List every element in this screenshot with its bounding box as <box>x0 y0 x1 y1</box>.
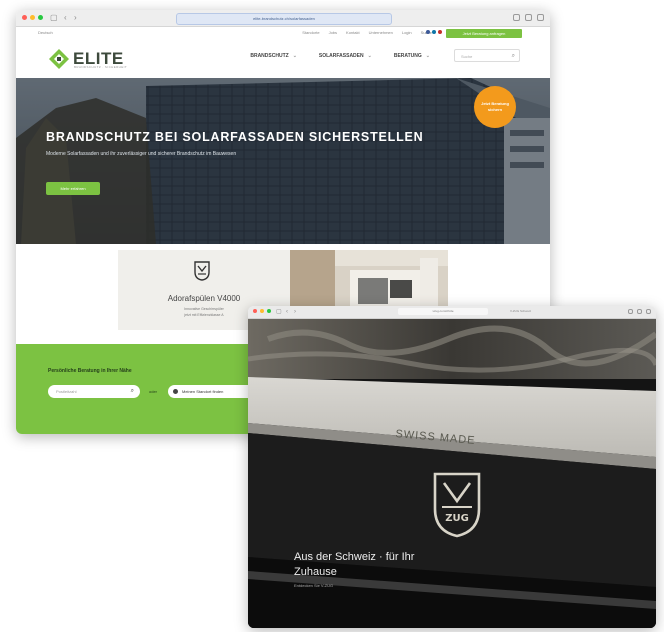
address-bar[interactable]: vzug.com/ch/de <box>398 308 488 315</box>
hero-caption-link[interactable]: Entdecken Sie V-ZUG <box>294 583 333 588</box>
window-controls <box>253 309 271 313</box>
share-icon[interactable] <box>513 14 520 21</box>
browser-window-vzug: ▢ ‹ › vzug.com/ch/de V-ZUG Schweiz SWISS… <box>248 306 656 628</box>
back-icon[interactable]: ‹ <box>64 13 67 23</box>
consultation-cta-button[interactable]: Jetzt Beratung anfragen <box>446 29 522 38</box>
linkedin-icon[interactable] <box>432 30 436 34</box>
nav-item-brandschutz[interactable]: BRANDSCHUTZ ⌄ <box>250 53 297 59</box>
utility-link[interactable]: Unternehmen <box>369 30 393 35</box>
nav-item-solarfassaden[interactable]: SOLARFASSADEN ⌄ <box>319 53 372 59</box>
vzug-logo-icon <box>194 261 210 281</box>
tabs-overview-icon[interactable] <box>537 14 544 21</box>
facebook-icon[interactable] <box>426 30 430 34</box>
site-search-input[interactable]: Suche ⌕ <box>454 49 520 62</box>
close-window-button[interactable] <box>253 309 257 313</box>
hero-subtitle: Moderne Solarfassaden und ihr zuverlässi… <box>46 151 237 157</box>
language-selector[interactable]: Deutsch <box>38 30 53 35</box>
share-icon[interactable] <box>628 309 633 314</box>
utility-link[interactable]: Login <box>402 30 412 35</box>
sidebar-icon[interactable]: ▢ <box>276 307 282 317</box>
new-tab-icon[interactable] <box>637 309 642 314</box>
search-icon[interactable]: ⌕ <box>131 385 134 398</box>
back-icon[interactable]: ‹ <box>286 307 288 317</box>
toolbar-right <box>628 309 651 314</box>
svg-text:ZUG: ZUG <box>445 513 469 524</box>
zip-search-input[interactable]: Postleitzahl ⌕ <box>48 385 140 398</box>
hero-caption-line1: Aus der Schweiz · für Ihr <box>294 551 415 563</box>
product-name: Adorafspülen V4000 <box>167 294 241 303</box>
consultation-title: Persönliche Beratung in Ihrer Nähe <box>48 368 132 374</box>
logo-tagline: BRANDSCHUTZ · SICHERHEIT <box>74 65 128 69</box>
maximize-window-button[interactable] <box>38 15 43 20</box>
hero-section: BRANDSCHUTZ BEI SOLARFASSADEN SICHERSTEL… <box>16 78 550 244</box>
close-window-button[interactable] <box>22 15 27 20</box>
chevron-down-icon: ⌄ <box>425 53 430 59</box>
hero-caption-line2: Zuhause <box>294 566 337 578</box>
toolbar-right <box>513 14 544 21</box>
hero-title: BRANDSCHUTZ BEI SOLARFASSADEN SICHERSTEL… <box>46 130 424 144</box>
social-icons <box>426 30 442 34</box>
search-icon[interactable]: ⌕ <box>512 50 515 63</box>
utility-link[interactable]: Jobs <box>329 30 337 35</box>
vzug-hero-section: SWISS MADE ZUG Aus der Schweiz · für Ihr… <box>248 319 656 628</box>
browser-toolbar: ▢ ‹ › elite-brandschutz.ch/solarfassaden <box>16 10 550 27</box>
hero-building-photo <box>16 78 550 244</box>
minimize-window-button[interactable] <box>30 15 35 20</box>
browser-toolbar: ▢ ‹ › vzug.com/ch/de V-ZUG Schweiz <box>248 306 656 319</box>
chevron-down-icon: ⌄ <box>367 53 372 59</box>
logo-mark-icon <box>49 49 69 69</box>
vzug-logo-icon: ZUG <box>433 472 481 538</box>
tab-title[interactable]: V-ZUG Schweiz <box>510 309 610 314</box>
utility-link[interactable]: Kontakt <box>346 30 360 35</box>
utility-links: Standorte Jobs Kontakt Unternehmen Login… <box>302 30 432 35</box>
maximize-window-button[interactable] <box>267 309 271 313</box>
forward-icon[interactable]: › <box>74 13 77 23</box>
locate-me-button[interactable]: Meinen Standort finden <box>168 385 258 398</box>
address-bar[interactable]: elite-brandschutz.ch/solarfassaden <box>176 13 392 25</box>
location-pin-icon <box>173 389 178 394</box>
minimize-window-button[interactable] <box>260 309 264 313</box>
sidebar-icon[interactable]: ▢ <box>50 13 58 23</box>
nav-item-beratung[interactable]: BERATUNG ⌄ <box>394 53 430 59</box>
main-navigation: BRANDSCHUTZ ⌄ SOLARFASSADEN ⌄ BERATUNG ⌄ <box>250 53 430 59</box>
chevron-down-icon: ⌄ <box>292 53 297 59</box>
hero-cta-button[interactable]: Mehr erfahren <box>46 182 100 195</box>
window-controls <box>22 15 43 20</box>
elite-logo[interactable]: ELITE BRANDSCHUTZ · SICHERHEIT <box>48 48 148 72</box>
youtube-icon[interactable] <box>438 30 442 34</box>
or-separator: oder <box>149 389 158 394</box>
new-tab-icon[interactable] <box>525 14 532 21</box>
forward-icon[interactable]: › <box>294 307 296 317</box>
tabs-overview-icon[interactable] <box>646 309 651 314</box>
promo-badge[interactable]: Jetzt Beratung sichern <box>474 86 516 128</box>
utility-link[interactable]: Standorte <box>302 30 319 35</box>
